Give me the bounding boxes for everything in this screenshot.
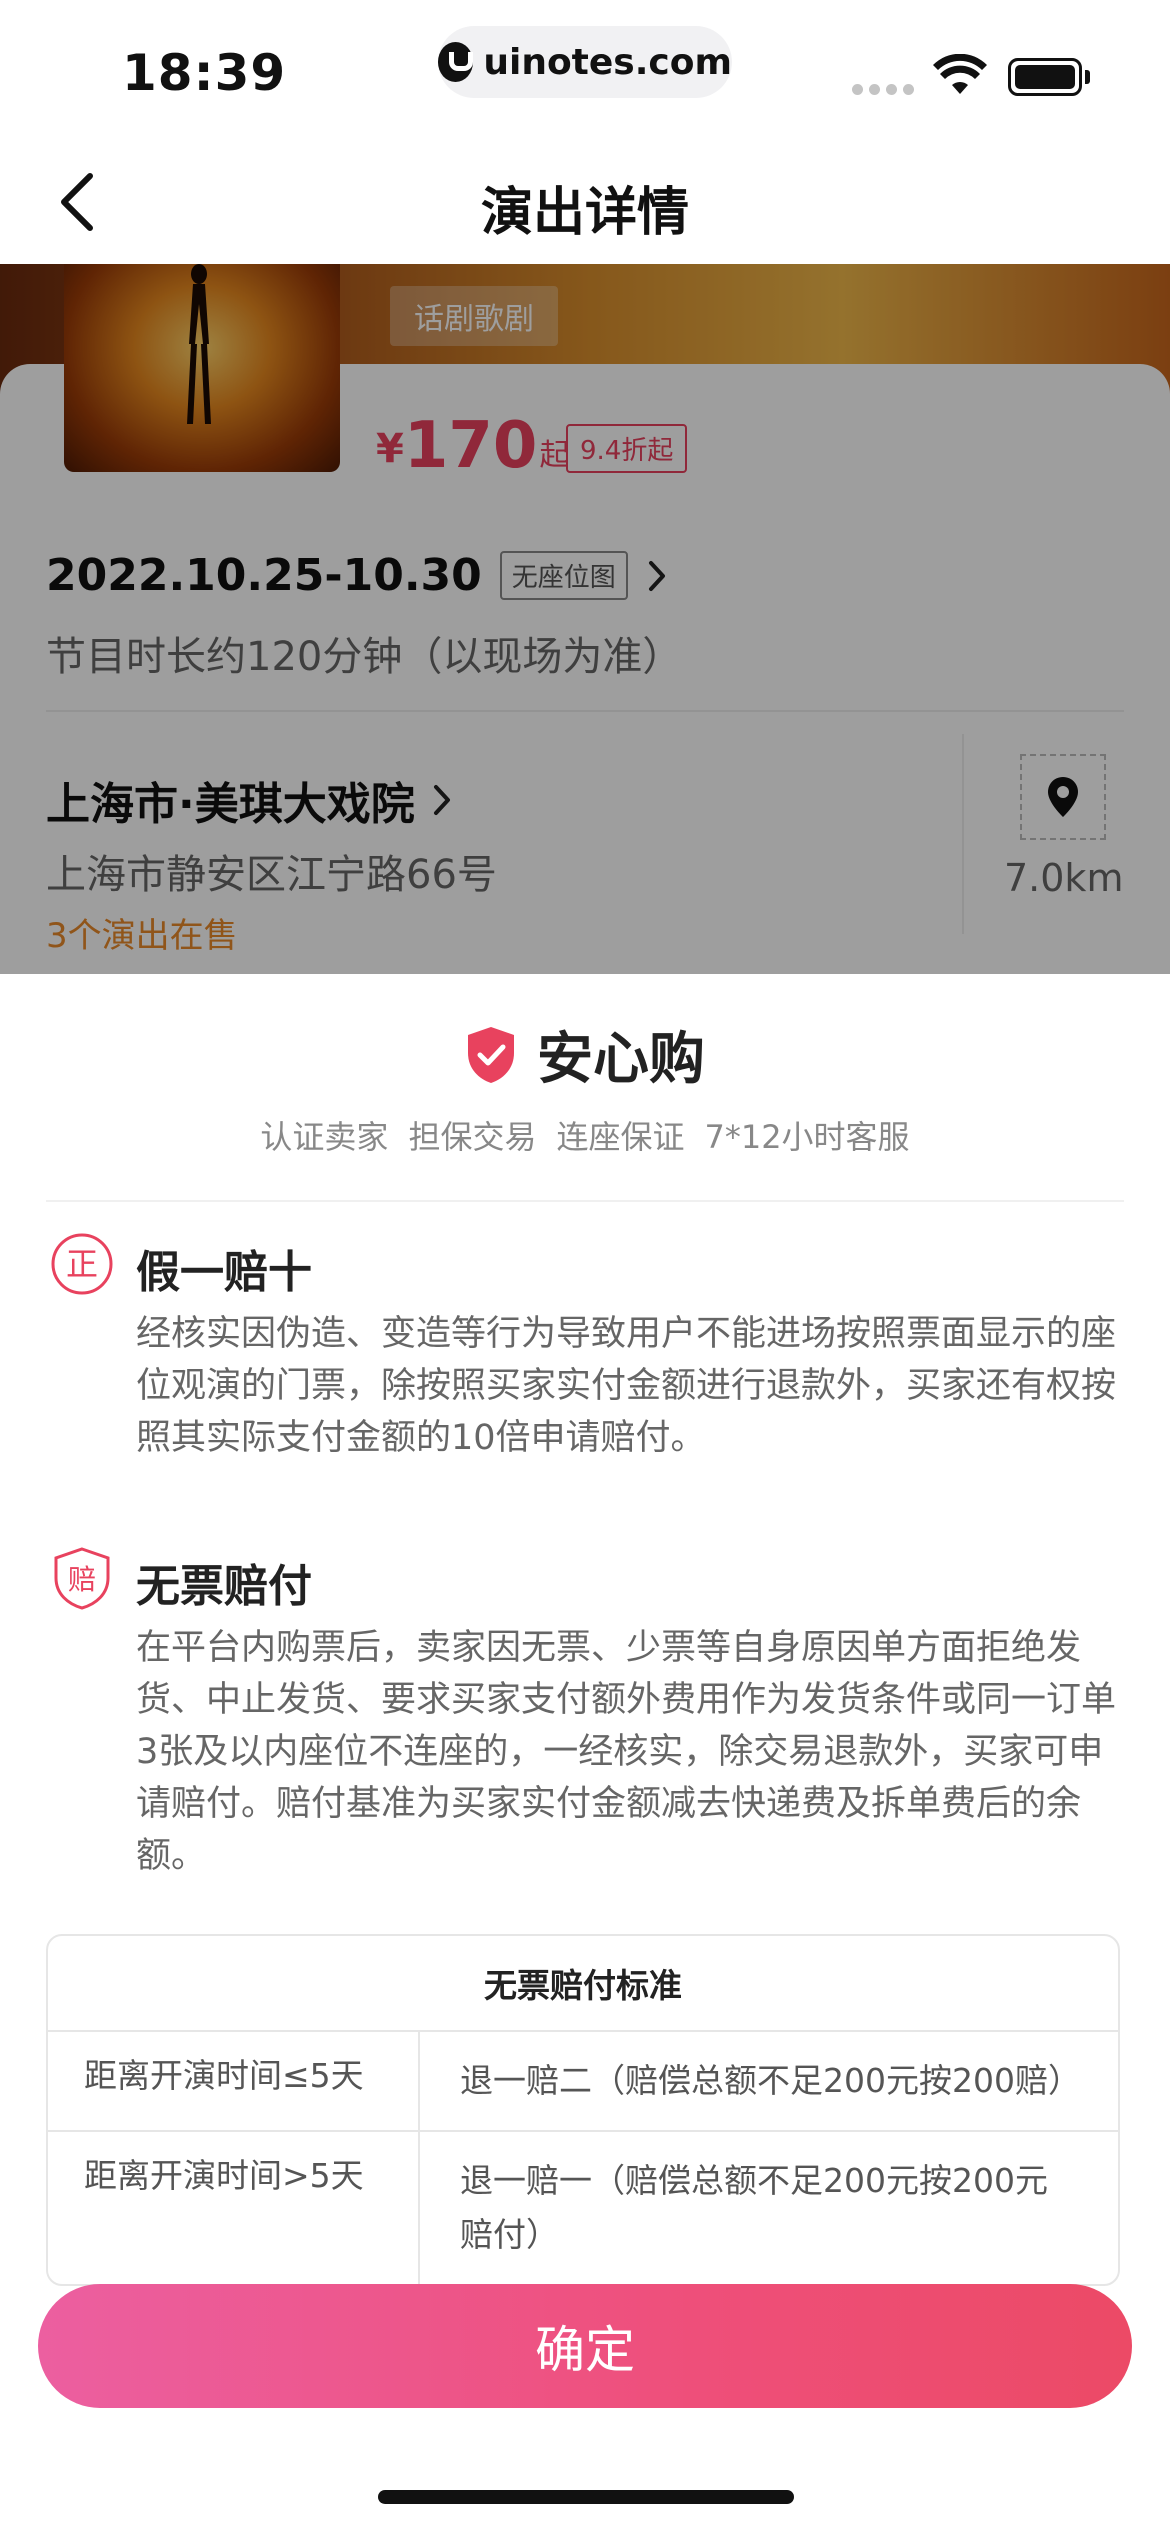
guarantee-tag: 7*12小时客服 bbox=[704, 1118, 910, 1156]
table-row: 距离开演时间≤5天 退一赔二（赔偿总额不足200元按200赔） bbox=[48, 2032, 1118, 2132]
feature-description: 在平台内购票后，卖家因无票、少票等自身原因单方面拒绝发货、中止发货、要求买家支付… bbox=[136, 1628, 1117, 1876]
site-logo-icon bbox=[438, 42, 474, 82]
guarantee-tag: 连座保证 bbox=[556, 1118, 685, 1156]
battery-icon bbox=[1008, 58, 1090, 96]
cellular-signal-icon bbox=[852, 84, 914, 95]
svg-text:赔: 赔 bbox=[68, 1563, 96, 1596]
table-cell-compensation: 退一赔一（赔偿总额不足200元按200元赔付） bbox=[460, 2161, 1048, 2254]
svg-text:正: 正 bbox=[66, 1245, 98, 1283]
table-cell-condition: 距离开演时间>5天 bbox=[48, 2132, 420, 2284]
dim-overlay[interactable] bbox=[0, 264, 1170, 974]
url-pill[interactable]: uinotes.com bbox=[438, 26, 732, 98]
feature-title: 无票赔付 bbox=[136, 1561, 312, 1612]
nav-bar: 演出详情 bbox=[0, 140, 1170, 264]
status-bar: 18:39 uinotes.com bbox=[0, 0, 1170, 140]
status-time: 18:39 bbox=[122, 44, 287, 102]
home-indicator[interactable] bbox=[378, 2490, 794, 2504]
table-cell-condition: 距离开演时间≤5天 bbox=[48, 2032, 420, 2130]
divider bbox=[46, 1200, 1124, 1202]
compensation-standard-table: 无票赔付标准 距离开演时间≤5天 退一赔二（赔偿总额不足200元按200赔） 距… bbox=[46, 1934, 1120, 2286]
url-text: uinotes.com bbox=[483, 41, 732, 83]
confirm-button[interactable]: 确定 bbox=[38, 2284, 1132, 2408]
table-row: 距离开演时间>5天 退一赔一（赔偿总额不足200元按200元赔付） bbox=[48, 2132, 1118, 2284]
feature-description: 经核实因伪造、变造等行为导致用户不能进场按照票面显示的座位观演的门票，除按照买家… bbox=[136, 1314, 1117, 1458]
pei-shield-icon: 赔 bbox=[54, 1547, 110, 1610]
guarantee-tags: 认证卖家 担保交易 连座保证 7*12小时客服 bbox=[0, 1112, 1170, 1158]
wifi-icon bbox=[933, 54, 987, 94]
feature-title: 假一赔十 bbox=[136, 1247, 312, 1298]
guarantee-tag: 认证卖家 bbox=[260, 1118, 389, 1156]
shield-check-icon bbox=[468, 1026, 514, 1083]
zheng-badge-icon: 正 bbox=[51, 1233, 113, 1295]
table-cell-compensation: 退一赔二（赔偿总额不足200元按200赔） bbox=[460, 2061, 1081, 2100]
guarantee-tag: 担保交易 bbox=[408, 1118, 537, 1156]
sheet-header: 安心购 bbox=[0, 1014, 1170, 1095]
table-title: 无票赔付标准 bbox=[48, 1936, 1118, 2032]
page-title: 演出详情 bbox=[480, 183, 689, 243]
sheet-title: 安心购 bbox=[537, 1027, 705, 1092]
